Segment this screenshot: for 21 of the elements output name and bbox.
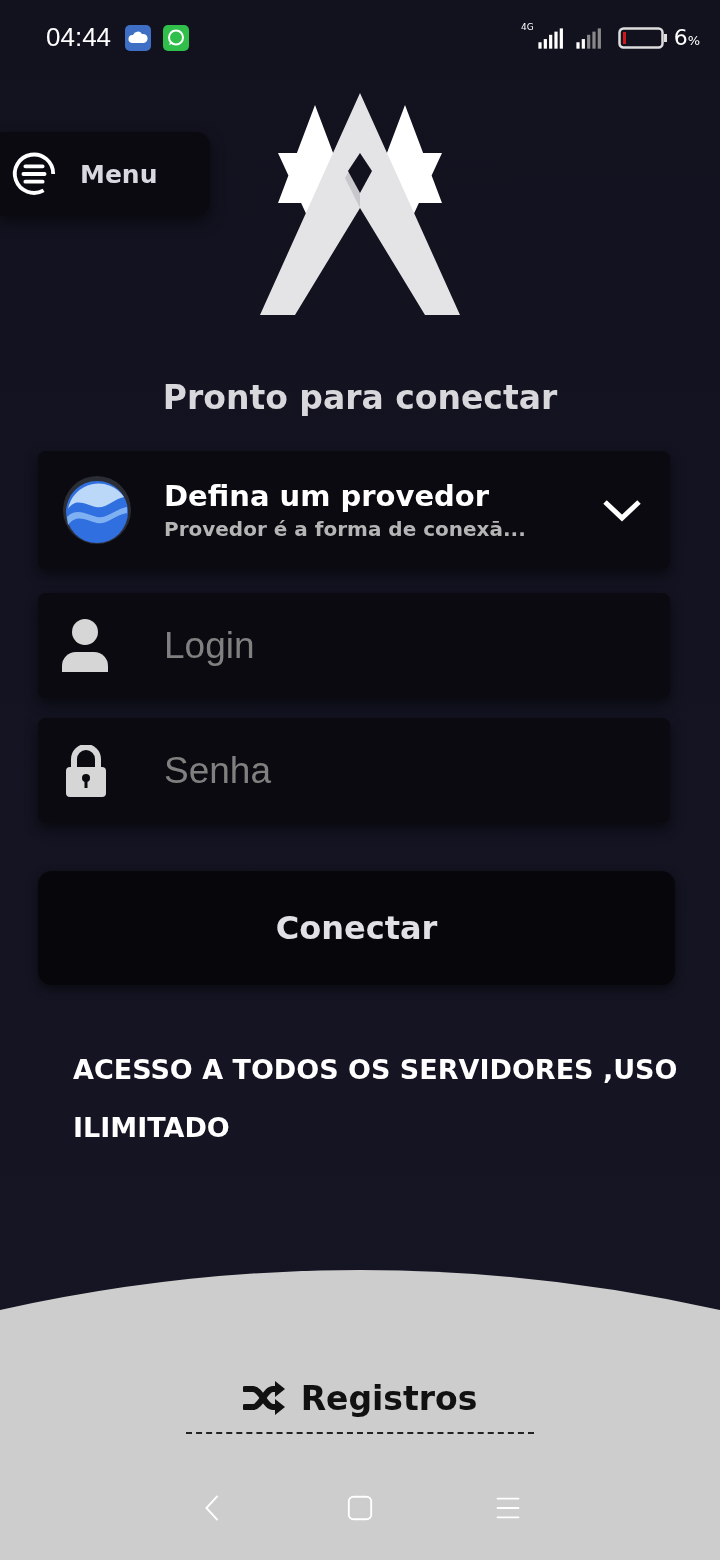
password-field[interactable]: Senha: [38, 718, 670, 823]
battery-percent: 6%: [673, 25, 700, 50]
status-time: 04:44: [46, 22, 112, 53]
shuffle-icon: [242, 1379, 287, 1417]
chevron-down-icon: [602, 497, 642, 523]
home-icon[interactable]: [346, 1494, 374, 1522]
status-title: Pronto para conectar: [161, 377, 559, 419]
login-field[interactable]: Login: [38, 593, 670, 698]
menu-icon: [10, 150, 58, 198]
chat-app-icon: [163, 24, 190, 51]
menu-button[interactable]: Menu: [0, 132, 210, 216]
promo-message: ACESSO A TODOS OS SERVIDORES ,USO ILIMITADO: [73, 1053, 679, 1145]
cloud-app-icon: [125, 24, 152, 51]
logs-button[interactable]: Registros: [236, 1370, 484, 1426]
provider-title: Defina um provedor: [164, 479, 491, 513]
battery-icon: [617, 26, 668, 49]
provider-dropdown[interactable]: Defina um provedor Provedor é a forma de conexā...: [38, 451, 670, 569]
provider-subtitle: Provedor é a forma de conexā...: [164, 517, 527, 541]
network-label: 4G: [520, 22, 534, 32]
globe-icon: [62, 475, 132, 545]
connect-button[interactable]: Conectar: [38, 871, 675, 985]
